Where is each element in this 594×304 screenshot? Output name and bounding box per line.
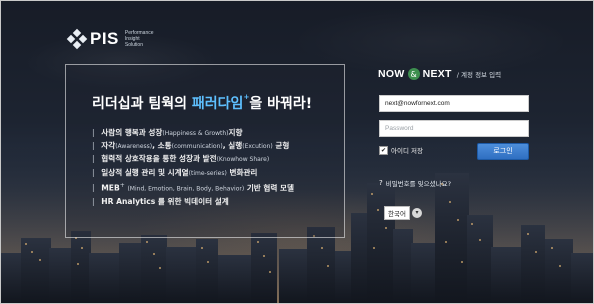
- list-item: 협력적 상호작용을 통한 성장과 발전(Knowhow Share): [92, 153, 294, 166]
- intro-panel: 리더십과 팀웍의 패러다임+을 바꿔라! 사람의 행복과 성장(Happines…: [65, 64, 345, 238]
- account-info-label: / 계정 정보 입력: [456, 71, 502, 79]
- list-item: 자각(Awareness), 소통(communication), 실행(Exc…: [92, 140, 294, 153]
- login-screen: PIS Performance Insight Solution 리더십과 팀웍…: [0, 0, 594, 304]
- logo-subtitle: Performance Insight Solution: [124, 30, 154, 48]
- email-field[interactable]: next@nowfornext.com: [379, 95, 529, 112]
- logo-diamond-icon: [66, 28, 88, 50]
- logo-name: PIS: [90, 29, 119, 48]
- list-item: 사람의 행복과 성장(Happiness & Growth)지향: [92, 127, 294, 140]
- headline-accent: 패러다임: [191, 96, 244, 112]
- language-value[interactable]: 한국어: [384, 206, 410, 220]
- question-circle-icon: ?: [379, 179, 383, 187]
- feature-list: 사람의 행복과 성장(Happiness & Growth)지향 자각(Awar…: [92, 127, 294, 208]
- pis-logo: PIS Performance Insight Solution: [66, 28, 165, 50]
- list-item: HR Analytics 를 위한 빅데이터 설계: [92, 196, 294, 208]
- password-field[interactable]: Password: [379, 120, 529, 137]
- chevron-down-icon[interactable]: ▾: [411, 208, 422, 218]
- checkbox-check-icon[interactable]: ✔: [379, 145, 388, 155]
- list-item: 일상적 실행 관리 및 시계열(time-series) 변화관리: [92, 167, 294, 180]
- list-item: MEB+ (Mind, Emotion, Brain, Body, Behavi…: [92, 180, 294, 196]
- forgot-password-link[interactable]: ? 비밀번호를 잊으셨나요?: [379, 178, 451, 188]
- login-button[interactable]: 로그인: [477, 143, 529, 160]
- ampersand-badge-icon: &: [407, 68, 420, 80]
- language-selector[interactable]: 한국어 ▾: [384, 206, 422, 220]
- panel-headline: 리더십과 팀웍의 패러다임+을 바꿔라!: [92, 93, 313, 112]
- now-next-brand: NOW & NEXT / 계정 정보 입력: [378, 68, 502, 80]
- save-id-checkbox[interactable]: ✔ 아이디 저장: [379, 145, 423, 155]
